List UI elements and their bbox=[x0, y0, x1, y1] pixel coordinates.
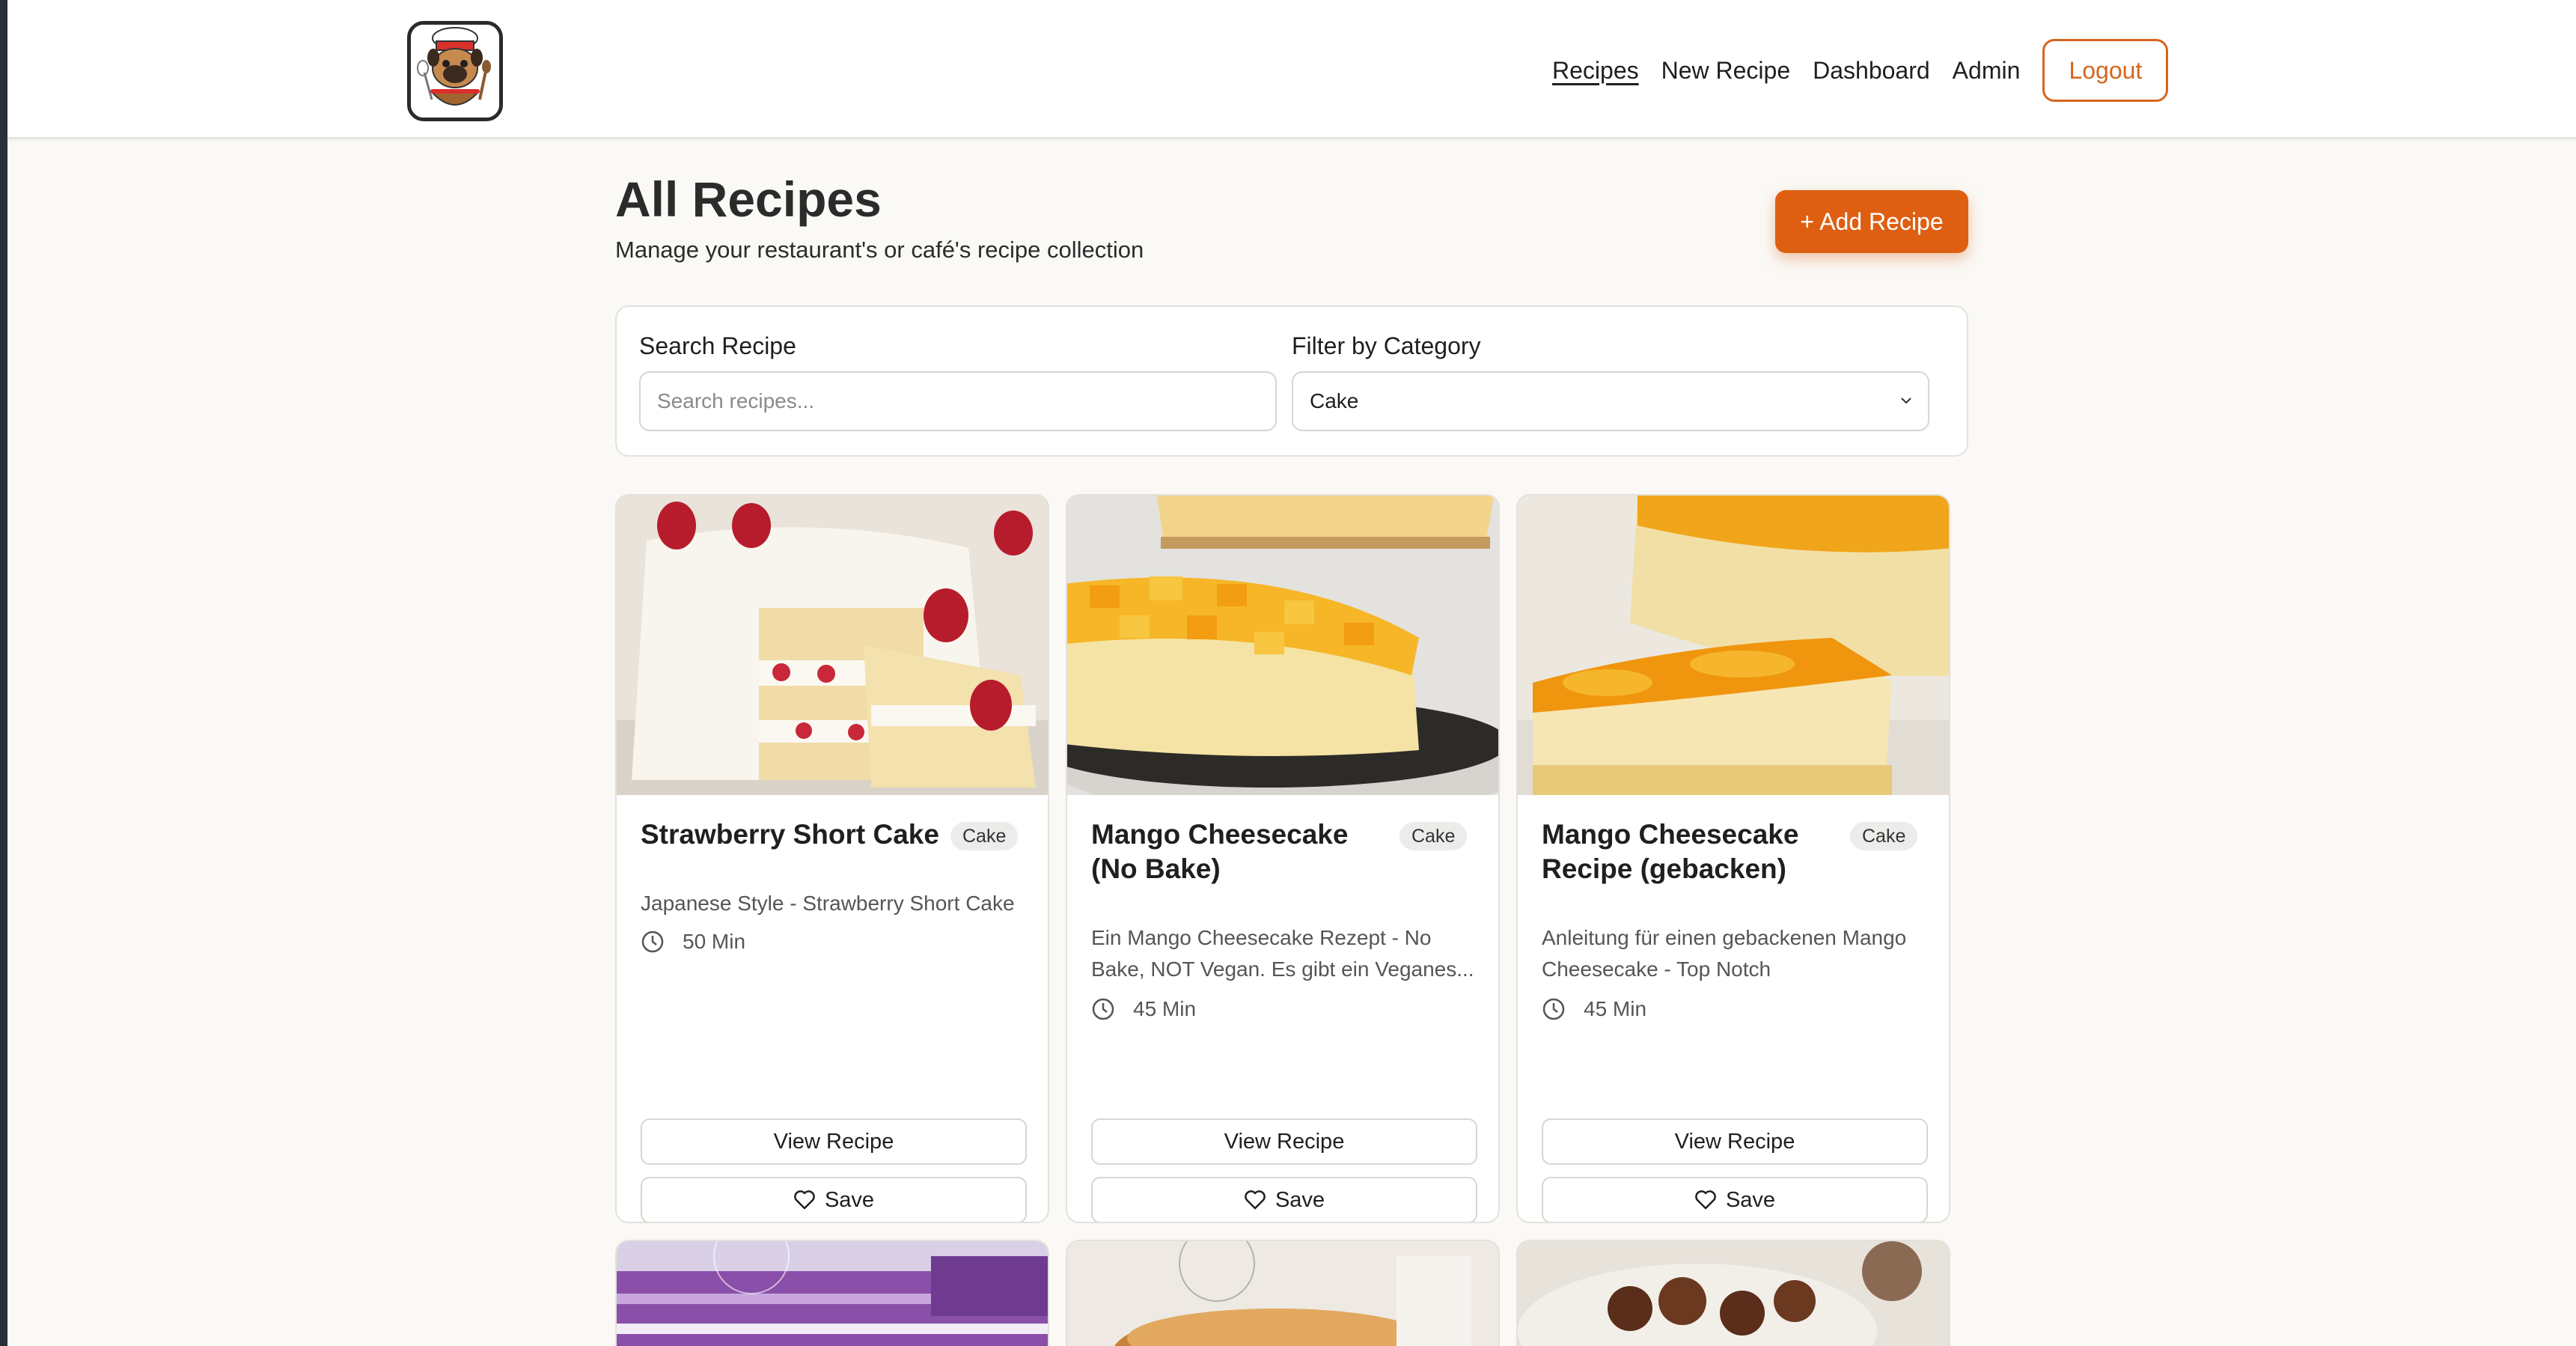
category-badge: Cake bbox=[1400, 822, 1468, 850]
recipe-description: Japanese Style - Strawberry Short Cake bbox=[641, 892, 1015, 915]
recipe-time: 50 Min bbox=[641, 930, 745, 954]
category-badge: Cake bbox=[1850, 822, 1918, 850]
recipe-image-mango-cheesecake-no-bake[interactable] bbox=[1067, 496, 1498, 795]
logout-button[interactable]: Logout bbox=[2042, 39, 2169, 102]
save-button[interactable]: Save bbox=[1091, 1177, 1477, 1222]
clock-icon bbox=[1092, 998, 1114, 1020]
filter-panel: Search Recipe Search recipes... Filter b… bbox=[615, 305, 1968, 457]
add-recipe-button[interactable]: + Add Recipe bbox=[1775, 190, 1968, 253]
recipe-title: Mango Cheesecake (No Bake) bbox=[1091, 819, 1349, 884]
clock-icon bbox=[1542, 998, 1565, 1020]
save-label: Save bbox=[1725, 1187, 1776, 1212]
save-button[interactable]: Save bbox=[641, 1177, 1027, 1222]
category-filter-label: Filter by Category bbox=[1292, 332, 1481, 359]
chef-pug-logo-icon[interactable] bbox=[407, 21, 503, 121]
recipe-time: 45 Min bbox=[1091, 997, 1196, 1021]
recipe-description: Ein Mango Cheesecake Rezept - No Bake, N… bbox=[1091, 926, 1474, 981]
view-recipe-button[interactable]: View Recipe bbox=[1542, 1118, 1928, 1165]
heart-icon bbox=[1695, 1190, 1716, 1210]
recipe-image-mango-cheesecake-baked[interactable] bbox=[1518, 496, 1949, 795]
page-title: All Recipes bbox=[615, 171, 882, 227]
view-recipe-button[interactable]: View Recipe bbox=[641, 1118, 1027, 1165]
recipe-card: Strawberry Short Cake Cake Japanese Styl… bbox=[615, 494, 1049, 1223]
nav-recipes-link[interactable]: Recipes bbox=[1552, 57, 1639, 85]
save-button[interactable]: Save bbox=[1542, 1177, 1928, 1222]
recipe-card-body: Mango Cheesecake Recipe (gebacken) Cake … bbox=[1518, 795, 1949, 1222]
save-label: Save bbox=[824, 1187, 875, 1212]
recipe-card-image-partial[interactable] bbox=[615, 1240, 1049, 1346]
recipe-card-image-partial[interactable] bbox=[1516, 1240, 1950, 1346]
recipe-time-value: 50 Min bbox=[683, 930, 746, 953]
main-nav: Recipes New Recipe Dashboard Admin Logou… bbox=[1552, 39, 2169, 102]
category-select[interactable]: Cake bbox=[1292, 371, 1929, 431]
clock-icon bbox=[641, 931, 664, 953]
view-recipe-button[interactable]: View Recipe bbox=[1091, 1118, 1477, 1165]
category-badge: Cake bbox=[950, 822, 1019, 850]
recipe-time: 45 Min bbox=[1542, 997, 1646, 1021]
nav-new-recipe-link[interactable]: New Recipe bbox=[1661, 57, 1791, 85]
recipe-time-value: 45 Min bbox=[1133, 997, 1197, 1020]
recipe-card: Mango Cheesecake Recipe (gebacken) Cake … bbox=[1516, 494, 1950, 1223]
search-label: Search Recipe bbox=[639, 332, 796, 359]
recipe-time-value: 45 Min bbox=[1584, 997, 1647, 1020]
nav-dashboard-link[interactable]: Dashboard bbox=[1813, 57, 1930, 85]
recipe-title: Mango Cheesecake Recipe (gebacken) bbox=[1542, 819, 1799, 884]
chevron-down-icon bbox=[1901, 398, 1911, 404]
page-subtitle: Manage your restaurant's or café's recip… bbox=[615, 237, 1144, 263]
recipe-card-body: Strawberry Short Cake Cake Japanese Styl… bbox=[617, 795, 1048, 1222]
save-label: Save bbox=[1275, 1187, 1325, 1212]
app-window: Recipes New Recipe Dashboard Admin Logou… bbox=[7, 0, 2576, 1346]
category-select-value: Cake bbox=[1310, 389, 1359, 412]
top-navbar: Recipes New Recipe Dashboard Admin Logou… bbox=[7, 0, 2576, 139]
heart-icon bbox=[794, 1190, 815, 1210]
nav-admin-link[interactable]: Admin bbox=[1953, 57, 2021, 85]
recipe-image-strawberry-cake[interactable] bbox=[617, 496, 1048, 795]
recipe-card-body: Mango Cheesecake (No Bake) Cake Ein Mang… bbox=[1067, 795, 1498, 1222]
search-input[interactable]: Search recipes... bbox=[639, 371, 1277, 431]
recipe-card: Mango Cheesecake (No Bake) Cake Ein Mang… bbox=[1066, 494, 1500, 1223]
recipe-description: Anleitung für einen gebackenen Mango Che… bbox=[1542, 926, 1907, 981]
recipe-title: Strawberry Short Cake bbox=[641, 819, 939, 850]
recipe-card-image-partial[interactable] bbox=[1066, 1240, 1500, 1346]
heart-icon bbox=[1245, 1190, 1266, 1210]
